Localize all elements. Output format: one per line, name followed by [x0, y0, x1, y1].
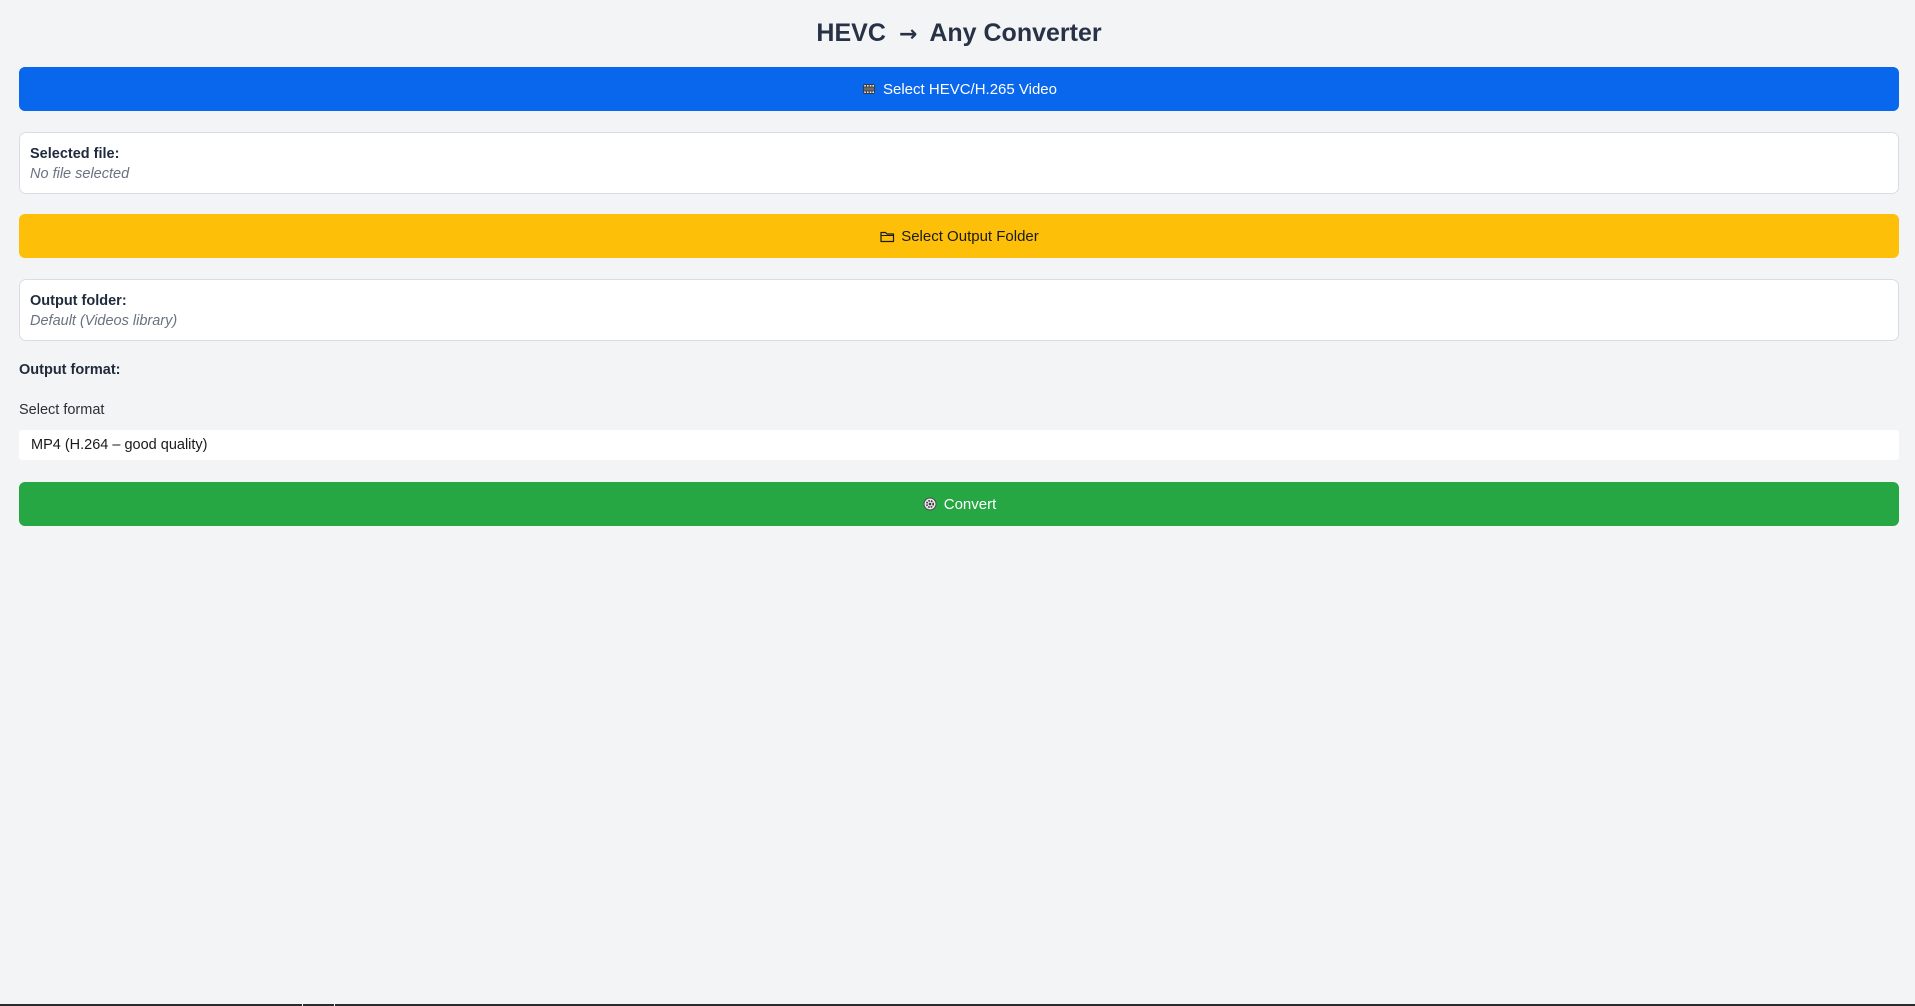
convert-button[interactable]: Convert	[19, 482, 1899, 526]
select-video-button[interactable]: Select HEVC/H.265 Video	[19, 67, 1899, 111]
output-folder-value: Default (Videos library)	[30, 313, 178, 329]
selected-file-label: Selected file:	[30, 146, 120, 162]
selected-file-value: No file selected	[30, 166, 130, 182]
output-folder-box: Output folder: Default (Videos library)	[19, 279, 1899, 341]
select-format-label: Select format	[19, 402, 105, 418]
title-right: Any Converter	[929, 19, 1102, 47]
title-left: HEVC	[816, 19, 886, 47]
selected-file-box: Selected file: No file selected	[19, 132, 1899, 194]
format-select[interactable]: MP4 (H.264 – good quality)	[19, 430, 1899, 460]
select-output-folder-button[interactable]: Select Output Folder	[19, 214, 1899, 258]
title-arrow: →	[898, 22, 918, 47]
format-select-value: MP4 (H.264 – good quality)	[31, 437, 208, 453]
film-icon	[861, 81, 877, 97]
select-video-label: Select HEVC/H.265 Video	[883, 80, 1057, 98]
output-format-heading: Output format:	[19, 362, 121, 378]
page-title: HEVC → Any Converter	[19, 16, 1899, 52]
select-output-folder-label: Select Output Folder	[901, 227, 1039, 245]
convert-label: Convert	[943, 495, 997, 513]
folder-icon	[879, 228, 895, 244]
gear-icon	[922, 496, 938, 512]
output-folder-label: Output folder:	[30, 293, 127, 309]
